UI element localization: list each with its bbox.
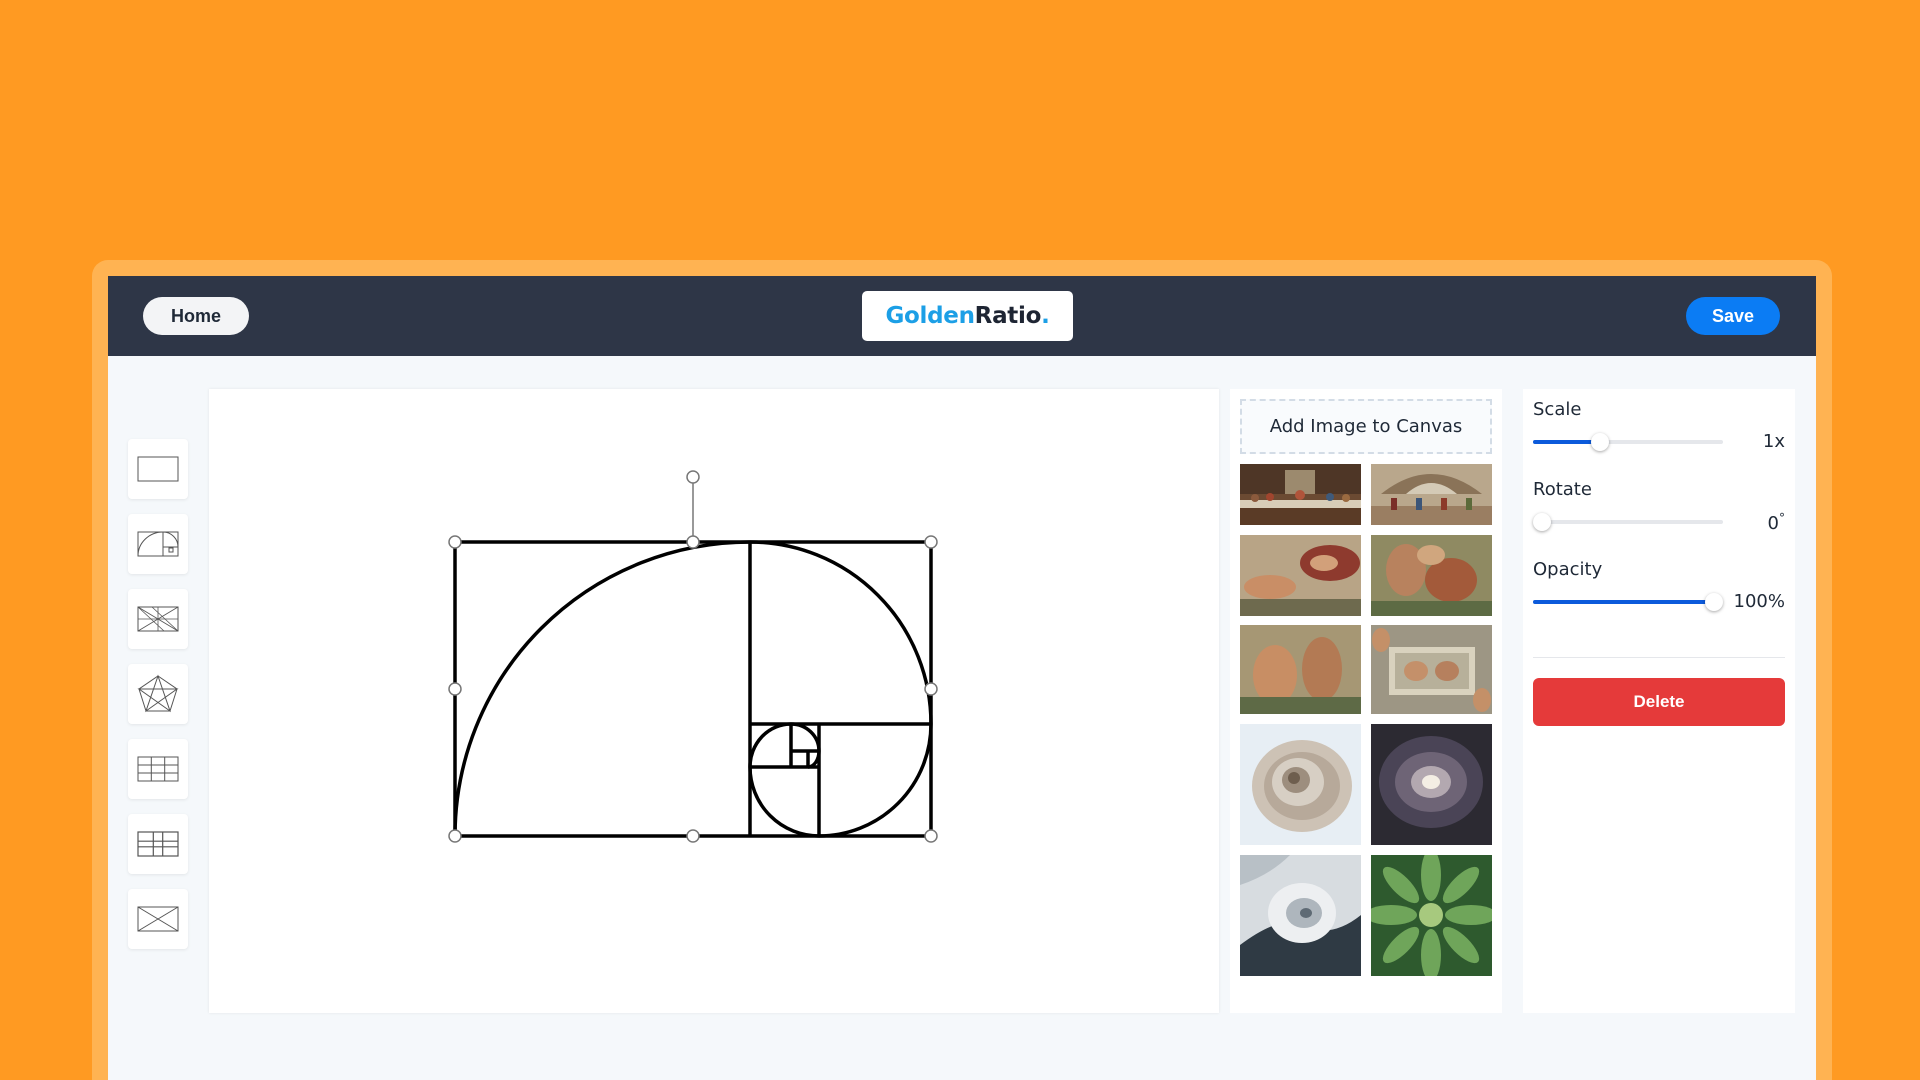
resize-handle (924, 829, 938, 843)
opacity-slider[interactable] (1533, 592, 1723, 612)
rotate-label: Rotate (1533, 479, 1592, 500)
top-bar: Home Golden Ratio. Save (108, 276, 1816, 356)
creation-of-adam-thumbnail (1240, 535, 1361, 616)
divider (1533, 657, 1785, 658)
spiral-galaxy-thumbnail (1371, 724, 1492, 845)
delete-button[interactable]: Delete (1533, 678, 1785, 726)
rectangle-frame-icon (137, 456, 179, 482)
app-window: Home Golden Ratio. Save Add Image to Can… (108, 276, 1816, 1080)
logo: Golden Ratio. (862, 291, 1073, 341)
logo-text-golden: Golden (885, 303, 975, 329)
gallery-image-fresco-figures[interactable] (1240, 625, 1361, 714)
gallery-image-last-supper[interactable] (1240, 464, 1361, 525)
golden-spiral-overlay[interactable] (209, 389, 1219, 1013)
gallery-image-fresco-battle[interactable] (1371, 535, 1492, 616)
pentagram-icon (137, 674, 179, 713)
resize-handle (448, 682, 462, 696)
image-gallery: Add Image to Canvas (1230, 389, 1502, 1013)
logo-dot: . (1041, 303, 1050, 329)
resize-handle (924, 682, 938, 696)
diagonal-cross-icon (137, 906, 179, 932)
rotate-value-number: 0 (1767, 513, 1779, 534)
rotate-value: 0° (1768, 511, 1785, 534)
add-image-button[interactable]: Add Image to Canvas (1240, 399, 1492, 454)
nautilus-shell-thumbnail (1240, 724, 1361, 845)
golden-spiral-icon (137, 531, 179, 557)
tool-pentagram[interactable] (128, 664, 188, 724)
resize-handle (924, 535, 938, 549)
thirds-grid-icon (137, 756, 179, 782)
phi-grid-icon (137, 831, 179, 857)
hurricane-thumbnail (1240, 855, 1361, 976)
resize-handle (448, 829, 462, 843)
save-button[interactable]: Save (1686, 297, 1780, 335)
last-supper-thumbnail (1240, 464, 1361, 525)
harmonic-grid-icon (137, 606, 179, 632)
gallery-image-succulent-plant[interactable] (1371, 855, 1492, 976)
opacity-slider-knob[interactable] (1704, 593, 1723, 611)
tool-thirds-grid[interactable] (128, 739, 188, 799)
properties-panel: Scale 1x Rotate 0° Opacity 100% Delete (1523, 389, 1795, 1013)
gallery-image-sistine-panel[interactable] (1371, 625, 1492, 714)
logo-text-ratio: Ratio (974, 303, 1042, 329)
tool-sidebar (128, 439, 188, 964)
resize-handle (686, 535, 700, 549)
school-of-athens-thumbnail (1371, 464, 1492, 525)
tool-phi-grid[interactable] (128, 814, 188, 874)
scale-slider-knob[interactable] (1590, 433, 1609, 451)
home-button[interactable]: Home (143, 297, 249, 335)
tool-harmonic-grid[interactable] (128, 589, 188, 649)
rotate-slider-knob[interactable] (1533, 513, 1551, 531)
gallery-image-school-of-athens[interactable] (1371, 464, 1492, 525)
gallery-image-spiral-galaxy[interactable] (1371, 724, 1492, 845)
gallery-image-nautilus-shell[interactable] (1240, 724, 1361, 845)
resize-handle (448, 535, 462, 549)
rotate-slider[interactable] (1533, 512, 1723, 532)
sistine-panel-thumbnail (1371, 625, 1492, 714)
tool-golden-spiral[interactable] (128, 514, 188, 574)
tool-diagonal[interactable] (128, 889, 188, 949)
scale-slider[interactable] (1533, 432, 1723, 452)
degree-symbol: ° (1779, 511, 1785, 525)
rotate-handle (686, 470, 700, 484)
scale-value: 1x (1762, 431, 1785, 452)
canvas[interactable] (209, 389, 1219, 1013)
overlay-outer-rect (453, 540, 933, 838)
gallery-image-hurricane[interactable] (1240, 855, 1361, 976)
scale-label: Scale (1533, 399, 1582, 420)
succulent-plant-thumbnail (1371, 855, 1492, 976)
fresco-battle-thumbnail (1371, 535, 1492, 616)
opacity-value: 100% (1733, 591, 1785, 612)
fresco-figures-thumbnail (1240, 625, 1361, 714)
resize-handle (686, 829, 700, 843)
opacity-label: Opacity (1533, 559, 1603, 580)
gallery-image-creation-of-adam[interactable] (1240, 535, 1361, 616)
tool-rectangle[interactable] (128, 439, 188, 499)
